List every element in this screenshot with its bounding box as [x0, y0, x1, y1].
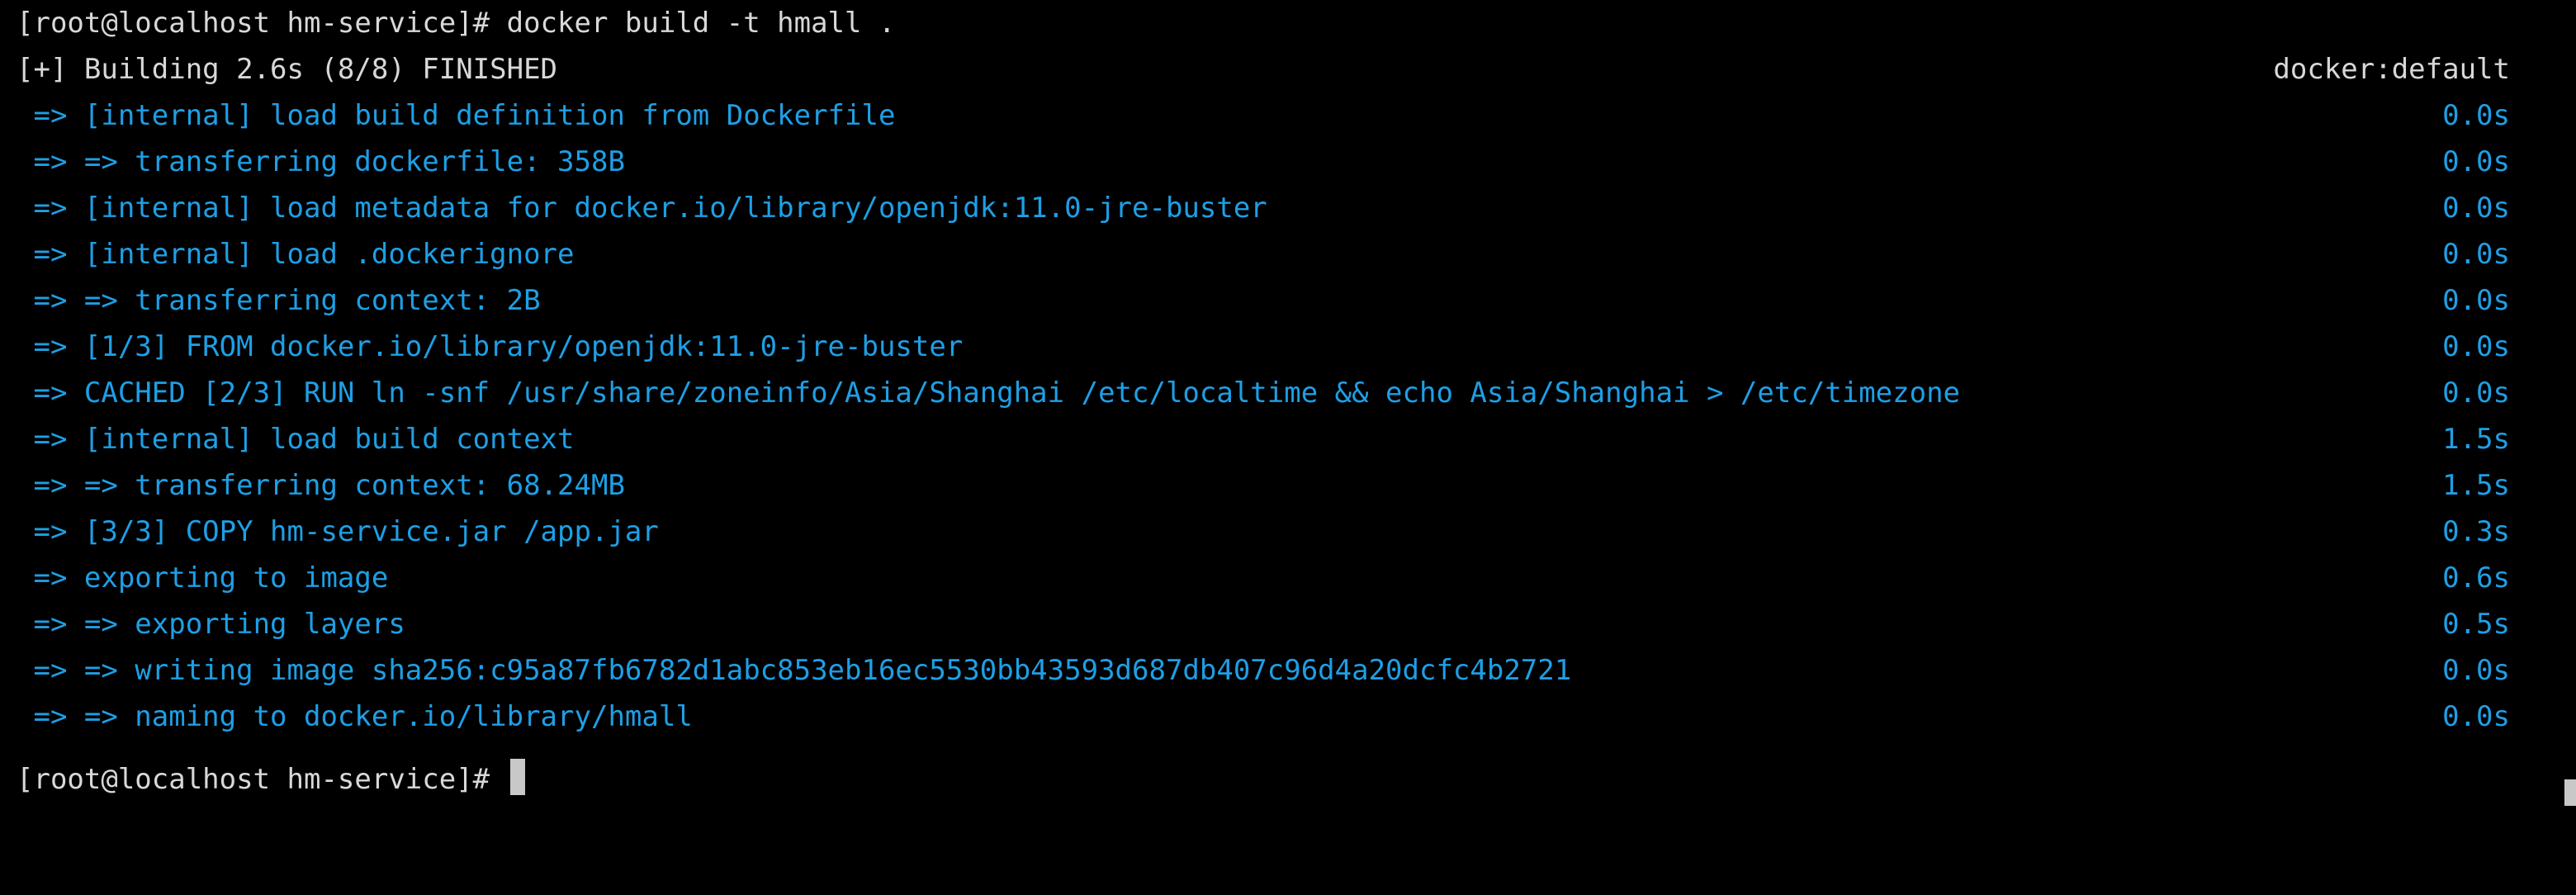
build-step-text: => exporting to image	[17, 561, 389, 594]
build-status-text: [+] Building 2.6s (8/8) FINISHED	[17, 53, 558, 86]
build-step-duration: 0.6s	[2442, 561, 2510, 594]
build-step-duration: 0.0s	[2442, 192, 2510, 225]
build-step-row: => [3/3] COPY hm-service.jar /app.jar 0.3…	[17, 509, 2510, 555]
build-step-row: => [internal] load metadata for docker.i…	[17, 185, 2510, 231]
build-status-line: [+] Building 2.6s (8/8) FINISHED docker:…	[17, 46, 2510, 92]
build-step-duration: 0.0s	[2442, 99, 2510, 132]
build-step-text: => [internal] load build definition from…	[17, 99, 896, 132]
build-step-duration: 0.0s	[2442, 700, 2510, 733]
shell-prompt: [root@localhost hm-service]#	[17, 756, 525, 803]
build-step-text: => [internal] load .dockerignore	[17, 238, 575, 271]
command-line: [root@localhost hm-service]# docker buil…	[17, 0, 2510, 46]
scroll-edge-marker	[2564, 779, 2576, 806]
build-step-text: => CACHED [2/3] RUN ln -snf /usr/share/z…	[17, 376, 1961, 410]
build-step-duration: 0.0s	[2442, 145, 2510, 178]
text-cursor	[509, 759, 525, 795]
build-context-label: docker:default	[2273, 53, 2510, 86]
build-step-duration: 0.0s	[2442, 376, 2510, 410]
build-step-text: => [3/3] COPY hm-service.jar /app.jar	[17, 515, 659, 548]
build-step-row: => [internal] load .dockerignore 0.0s	[17, 231, 2510, 277]
build-step-text: => => transferring context: 2B	[17, 284, 541, 317]
build-step-text: => => transferring context: 68.24MB	[17, 469, 625, 502]
build-step-text: => => transferring dockerfile: 358B	[17, 145, 625, 178]
build-step-row: => => transferring dockerfile: 358B 0.0s	[17, 139, 2510, 185]
build-step-duration: 0.5s	[2442, 608, 2510, 641]
build-step-duration: 0.3s	[2442, 515, 2510, 548]
build-step-row: => CACHED [2/3] RUN ln -snf /usr/share/z…	[17, 370, 2510, 416]
shell-prompt-text: [root@localhost hm-service]#	[17, 763, 507, 796]
shell-prompt-line[interactable]: [root@localhost hm-service]#	[17, 756, 2510, 803]
build-step-row: => [internal] load build definition from…	[17, 92, 2510, 139]
command-prompt-text: [root@localhost hm-service]# docker buil…	[17, 7, 896, 40]
build-step-text: => [1/3] FROM docker.io/library/openjdk:…	[17, 330, 964, 363]
build-step-duration: 1.5s	[2442, 469, 2510, 502]
build-step-duration: 0.0s	[2442, 654, 2510, 687]
build-step-row: => => writing image sha256:c95a87fb6782d…	[17, 647, 2510, 694]
build-step-text: => => writing image sha256:c95a87fb6782d…	[17, 654, 1572, 687]
build-step-duration: 1.5s	[2442, 423, 2510, 456]
build-step-row: => => transferring context: 2B 0.0s	[17, 277, 2510, 324]
build-step-row: => [internal] load build context 1.5s	[17, 416, 2510, 462]
build-step-row: => => naming to docker.io/library/hmall 0…	[17, 694, 2510, 740]
build-step-row: => [1/3] FROM docker.io/library/openjdk:…	[17, 324, 2510, 370]
build-step-row: => => transferring context: 68.24MB 1.5s	[17, 462, 2510, 509]
build-step-row: => => exporting layers 0.5s	[17, 601, 2510, 647]
build-step-row: => exporting to image 0.6s	[17, 555, 2510, 601]
build-step-text: => => exporting layers	[17, 608, 405, 641]
terminal-window[interactable]: [root@localhost hm-service]# docker buil…	[0, 0, 2576, 806]
build-step-text: => [internal] load metadata for docker.i…	[17, 192, 1267, 225]
build-step-duration: 0.0s	[2442, 284, 2510, 317]
build-step-duration: 0.0s	[2442, 330, 2510, 363]
build-step-text: => [internal] load build context	[17, 423, 575, 456]
build-step-text: => => naming to docker.io/library/hmall	[17, 700, 693, 733]
build-step-duration: 0.0s	[2442, 238, 2510, 271]
